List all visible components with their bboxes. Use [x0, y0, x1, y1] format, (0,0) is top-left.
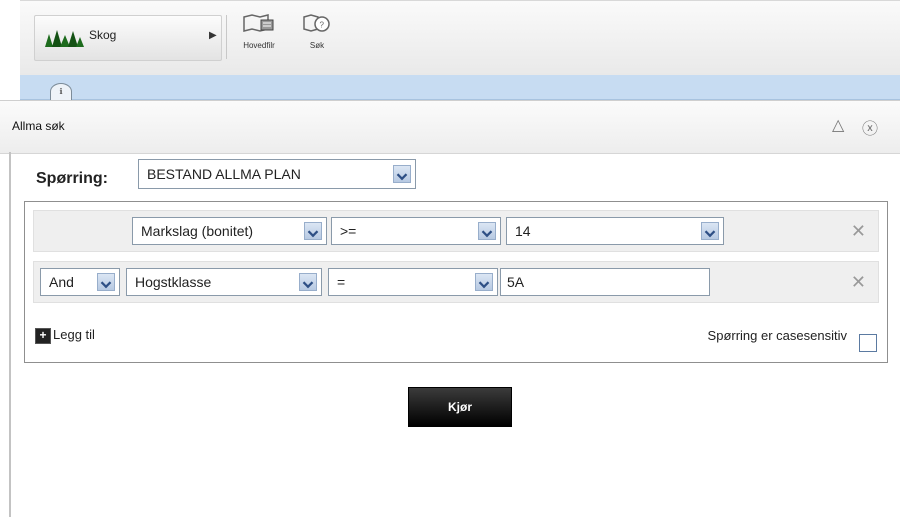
run-button[interactable]: Kjør	[408, 387, 512, 427]
dialog-title: Allma søk	[12, 119, 65, 133]
chevron-down-icon	[478, 222, 496, 240]
layer-label: Skog	[89, 28, 117, 42]
top-toolbar: Skog ▶ Hovedfilr ? Søk	[20, 0, 900, 76]
condition-row: Markslag (bonitet) >= 14 ✕	[33, 210, 879, 252]
condition-row: And Hogstklasse = 5A ✕	[33, 261, 879, 303]
comparator-value: =	[337, 274, 346, 290]
value-select[interactable]: 14	[506, 217, 724, 245]
add-condition-link[interactable]: Legg til	[53, 327, 95, 342]
logic-value: And	[49, 274, 74, 290]
remove-row-icon[interactable]: ✕	[851, 272, 866, 293]
layer-selector[interactable]: Skog ▶	[34, 15, 222, 61]
comparator-select[interactable]: >=	[331, 217, 501, 245]
comparator-select[interactable]: =	[328, 268, 498, 296]
main-filter-tool[interactable]: Hovedfilr	[234, 13, 284, 50]
comparator-value: >=	[340, 223, 357, 239]
tool-label: Hovedfilr	[243, 41, 275, 50]
query-label: Spørring:	[36, 170, 108, 187]
query-value: BESTAND ALLMA PLAN	[147, 166, 301, 182]
case-sensitive-label: Spørring er casesensitiv	[707, 328, 847, 343]
svg-text:?: ?	[320, 21, 325, 30]
search-tool[interactable]: ? Søk	[292, 13, 342, 50]
layer-bar	[20, 75, 900, 100]
forest-icon	[45, 30, 84, 47]
tool-label: Søk	[309, 41, 325, 50]
chevron-down-icon	[97, 273, 115, 291]
add-icon[interactable]: +	[35, 328, 51, 344]
toolbar-divider	[226, 15, 227, 59]
case-sensitive-checkbox[interactable]	[859, 334, 877, 352]
value-text: 14	[515, 223, 531, 239]
query-conditions-panel: Markslag (bonitet) >= 14 ✕ And Hogstklas…	[24, 201, 888, 363]
chevron-down-icon	[393, 165, 411, 183]
chevron-down-icon	[701, 222, 719, 240]
remove-row-icon[interactable]: ✕	[851, 221, 866, 242]
map-layers-icon	[243, 14, 274, 32]
search-map-icon: ?	[303, 14, 330, 32]
dialog-border	[9, 152, 11, 517]
app-window: Skog ▶ Hovedfilr ? Søk ℹ Allma søk △ ⓧ S…	[0, 0, 900, 517]
close-icon[interactable]: ⓧ	[862, 115, 878, 139]
layer-info-icon[interactable]: ℹ	[50, 83, 72, 100]
expand-arrow-icon[interactable]: ▶	[209, 30, 217, 41]
logic-select[interactable]: And	[40, 268, 120, 296]
collapse-icon[interactable]: △	[832, 115, 844, 135]
dialog-header: Allma søk △ ⓧ	[0, 100, 900, 154]
field-value: Markslag (bonitet)	[141, 223, 254, 239]
field-select[interactable]: Hogstklasse	[126, 268, 322, 296]
field-value: Hogstklasse	[135, 274, 212, 290]
chevron-down-icon	[304, 222, 322, 240]
chevron-down-icon	[475, 273, 493, 291]
field-select[interactable]: Markslag (bonitet)	[132, 217, 327, 245]
chevron-down-icon	[299, 273, 317, 291]
value-input[interactable]: 5A	[500, 268, 710, 296]
query-select[interactable]: BESTAND ALLMA PLAN	[138, 159, 416, 189]
